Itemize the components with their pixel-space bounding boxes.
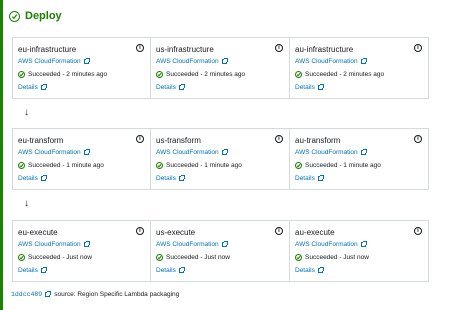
provider-link[interactable]: AWS CloudFormation [295,149,367,156]
details-link[interactable]: Details [295,84,324,91]
external-link-icon [45,291,52,297]
external-link-icon [40,84,47,90]
success-check-icon [156,71,163,78]
details-link[interactable]: Details [295,175,324,182]
action-status: Succeeded - 2 minutes ago [18,71,107,78]
provider-link[interactable]: AWS CloudFormation [18,58,90,65]
action-status: Succeeded - 2 minutes ago [156,71,245,78]
action-status: Succeeded - Just now [18,254,92,261]
info-icon[interactable]: i [136,44,144,52]
info-icon[interactable]: i [414,135,422,143]
success-check-icon [9,10,20,22]
success-check-icon [18,162,25,169]
action-status: Succeeded - Just now [156,254,230,261]
external-link-icon [317,175,324,181]
external-link-icon [83,149,90,155]
info-icon[interactable]: i [136,135,144,143]
action-name: eu-execute [18,228,58,237]
stage-status-bar [0,0,3,310]
action-status: Succeeded - 1 minute ago [295,162,381,169]
provider-link[interactable]: AWS CloudFormation [156,241,228,248]
provider-link[interactable]: AWS CloudFormation [295,58,367,65]
info-icon[interactable]: i [275,227,283,235]
external-link-icon [40,175,47,181]
action-row-transform: eu-transform i AWS CloudFormation Succee… [12,128,429,190]
info-icon[interactable]: i [275,135,283,143]
provider-link[interactable]: AWS CloudFormation [156,149,228,156]
provider-link[interactable]: AWS CloudFormation [18,149,90,156]
success-check-icon [18,71,25,78]
external-link-icon [178,84,185,90]
action-name: us-execute [156,228,196,237]
external-link-icon [317,84,324,90]
action-status: Succeeded - Just now [295,254,369,261]
info-icon[interactable]: i [136,227,144,235]
external-link-icon [178,267,185,273]
action-card: us-execute i AWS CloudFormation Succeede… [151,220,290,282]
action-card: au-transform i AWS CloudFormation Succee… [290,128,429,190]
external-link-icon [221,58,228,64]
external-link-icon [83,58,90,64]
action-row-execute: eu-execute i AWS CloudFormation Succeede… [12,220,429,282]
action-name: us-infrastructure [156,45,214,54]
action-name: au-transform [295,136,341,145]
external-link-icon [178,175,185,181]
stage-footer: 1ddcc489 source: Region Specific Lambda … [11,291,179,298]
details-link[interactable]: Details [156,175,185,182]
action-name: au-execute [295,228,335,237]
action-row-infrastructure: eu-infrastructure i AWS CloudFormation S… [12,37,429,99]
success-check-icon [156,254,163,261]
info-icon[interactable]: i [414,44,422,52]
success-check-icon [156,162,163,169]
external-link-icon [360,58,367,64]
success-check-icon [295,71,302,78]
down-arrow-icon: ↓ [24,107,29,118]
info-icon[interactable]: i [414,227,422,235]
external-link-icon [221,241,228,247]
action-status: Succeeded - 1 minute ago [18,162,104,169]
commit-link[interactable]: 1ddcc489 [11,291,42,298]
success-check-icon [18,254,25,261]
provider-link[interactable]: AWS CloudFormation [18,241,90,248]
external-link-icon [221,149,228,155]
action-name: au-infrastructure [295,45,354,54]
external-link-icon [317,267,324,273]
details-link[interactable]: Details [295,267,324,274]
action-name: eu-infrastructure [18,45,77,54]
details-link[interactable]: Details [18,267,47,274]
stage-header: Deploy [9,7,62,25]
info-icon[interactable]: i [275,44,283,52]
action-card: au-execute i AWS CloudFormation Succeede… [290,220,429,282]
action-card: eu-infrastructure i AWS CloudFormation S… [12,37,151,99]
source-text: source: Region Specific Lambda packaging [54,291,180,298]
external-link-icon [40,267,47,273]
action-status: Succeeded - 1 minute ago [156,162,242,169]
action-card: eu-transform i AWS CloudFormation Succee… [12,128,151,190]
details-link[interactable]: Details [156,84,185,91]
external-link-icon [83,241,90,247]
down-arrow-icon: ↓ [24,198,29,209]
details-link[interactable]: Details [18,84,47,91]
action-name: eu-transform [18,136,64,145]
provider-link[interactable]: AWS CloudFormation [295,241,367,248]
action-name: us-transform [156,136,201,145]
details-link[interactable]: Details [156,267,185,274]
action-status: Succeeded - 2 minutes ago [295,71,384,78]
external-link-icon [360,241,367,247]
success-check-icon [295,162,302,169]
external-link-icon [360,149,367,155]
success-check-icon [295,254,302,261]
action-card: au-infrastructure i AWS CloudFormation S… [290,37,429,99]
details-link[interactable]: Details [18,175,47,182]
action-card: us-transform i AWS CloudFormation Succee… [151,128,290,190]
action-card: eu-execute i AWS CloudFormation Succeede… [12,220,151,282]
action-card: us-infrastructure i AWS CloudFormation S… [151,37,290,99]
provider-link[interactable]: AWS CloudFormation [156,58,228,65]
stage-title: Deploy [25,10,62,22]
